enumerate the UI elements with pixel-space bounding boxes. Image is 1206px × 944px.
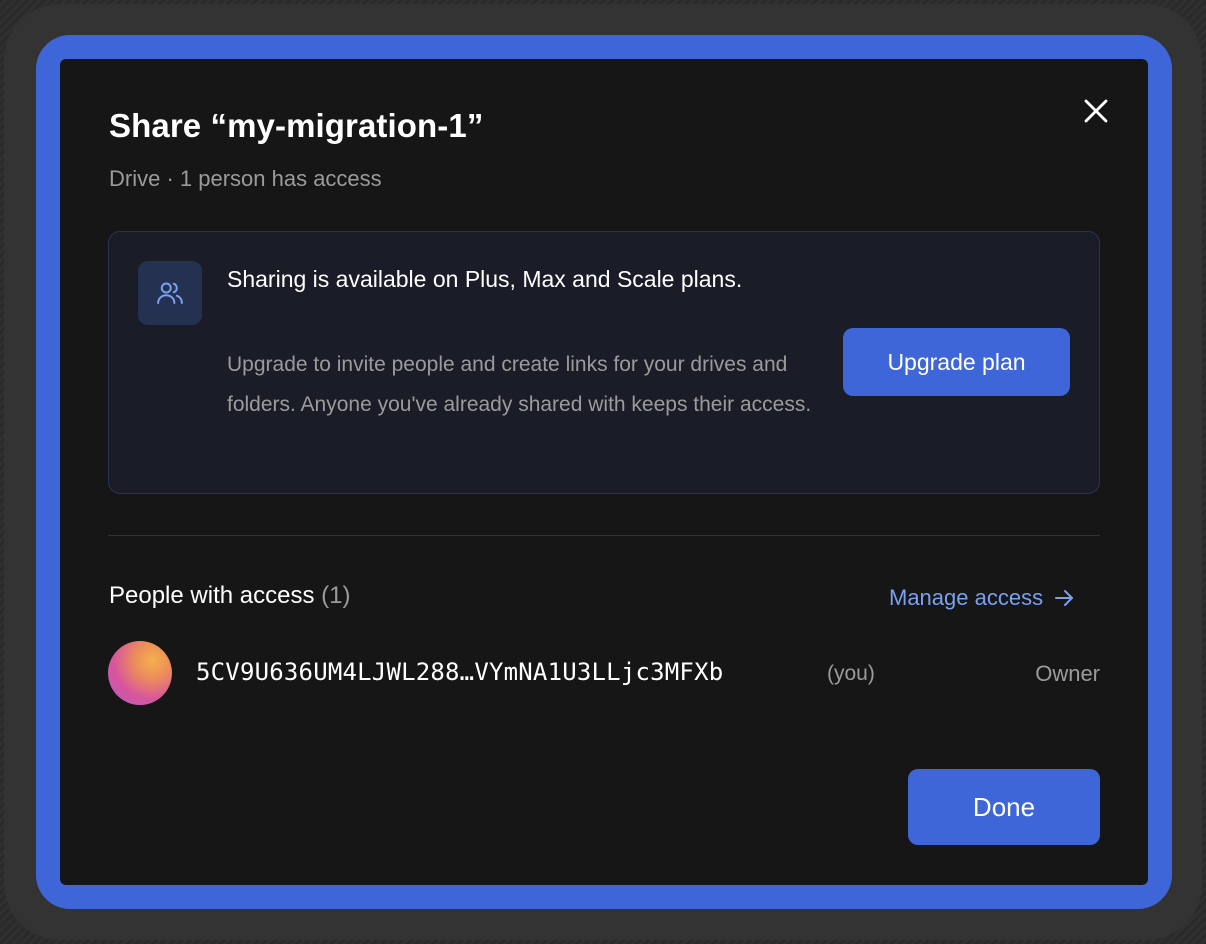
users-icon (157, 282, 183, 304)
person-id: 5CV9U636UM4LJWL288…VYmNA1U3LLjc3MFXb (196, 658, 724, 686)
avatar (108, 641, 172, 705)
person-row: 5CV9U636UM4LJWL288…VYmNA1U3LLjc3MFXb (yo… (108, 641, 1100, 705)
upgrade-card: Sharing is available on Plus, Max and Sc… (108, 231, 1100, 494)
manage-access-link[interactable]: Manage access (889, 583, 1075, 613)
close-icon (1084, 99, 1108, 123)
people-with-access-heading: People with access (1) (109, 582, 350, 610)
share-dialog: Share “my-migration-1” Drive · 1 person … (60, 59, 1148, 885)
you-label: (you) (827, 662, 875, 685)
upgrade-card-heading: Sharing is available on Plus, Max and Sc… (227, 266, 743, 292)
upgrade-card-body: Upgrade to invite people and create link… (227, 353, 812, 416)
role-label: Owner (1035, 661, 1100, 686)
users-icon-badge (138, 261, 202, 325)
people-count: (1) (321, 582, 351, 609)
section-divider (108, 535, 1100, 536)
done-button[interactable]: Done (908, 769, 1100, 845)
arrow-right-icon (1055, 590, 1074, 606)
upgrade-plan-button[interactable]: Upgrade plan (843, 328, 1070, 396)
close-button[interactable] (1078, 93, 1114, 129)
dialog-subtitle: Drive · 1 person has access (109, 166, 382, 191)
dialog-title: Share “my-migration-1” (109, 107, 484, 144)
manage-access-label: Manage access (889, 585, 1044, 610)
people-heading-label: People with access (109, 582, 315, 609)
